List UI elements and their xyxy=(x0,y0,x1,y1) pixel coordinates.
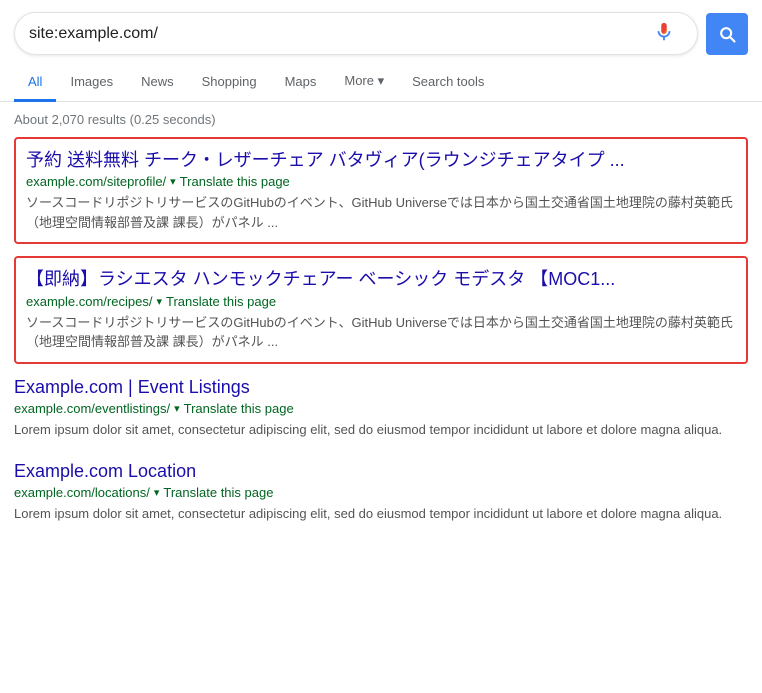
result-snippet-3: Lorem ipsum dolor sit amet, consectetur … xyxy=(14,420,748,440)
search-button[interactable] xyxy=(706,13,748,55)
tab-search-tools[interactable]: Search tools xyxy=(398,64,498,102)
mic-icon-container[interactable] xyxy=(653,21,675,46)
result-url-arrow-4[interactable]: ▾ xyxy=(154,486,160,499)
result-snippet-4: Lorem ipsum dolor sit amet, consectetur … xyxy=(14,504,748,524)
result-item-2: 【即納】ラシエスタ ハンモックチェアー ベーシック モデスタ 【MOC1... … xyxy=(14,256,748,363)
result-url-1: example.com/siteprofile/ xyxy=(26,174,166,189)
result-url-4: example.com/locations/ xyxy=(14,485,150,500)
result-snippet-2: ソースコードリポジトリサービスのGitHubのイベント、GitHub Unive… xyxy=(26,313,736,352)
result-title-4[interactable]: Example.com Location xyxy=(14,460,748,483)
result-url-row-1: example.com/siteprofile/ ▾ Translate thi… xyxy=(26,174,736,189)
search-bar xyxy=(14,12,698,55)
results-container: 予約 送料無料 チーク・レザーチェア バタヴィア(ラウンジチェアタイプ ... … xyxy=(0,137,762,524)
results-info: About 2,070 results (0.25 seconds) xyxy=(0,102,762,137)
result-url-row-2: example.com/recipes/ ▾ Translate this pa… xyxy=(26,294,736,309)
result-translate-4[interactable]: Translate this page xyxy=(163,485,273,500)
tab-images[interactable]: Images xyxy=(56,64,127,102)
result-url-arrow-1[interactable]: ▾ xyxy=(170,175,176,188)
result-translate-2[interactable]: Translate this page xyxy=(166,294,276,309)
search-icon xyxy=(717,24,737,44)
search-bar-container xyxy=(0,0,762,55)
result-title-3[interactable]: Example.com | Event Listings xyxy=(14,376,748,399)
nav-tabs: All Images News Shopping Maps More ▾ Sea… xyxy=(0,63,762,102)
result-url-arrow-2[interactable]: ▾ xyxy=(156,295,162,308)
result-item-3: Example.com | Event Listings example.com… xyxy=(14,376,748,440)
result-translate-1[interactable]: Translate this page xyxy=(180,174,290,189)
result-item-4: Example.com Location example.com/locatio… xyxy=(14,460,748,524)
result-url-row-3: example.com/eventlistings/ ▾ Translate t… xyxy=(14,401,748,416)
result-url-2: example.com/recipes/ xyxy=(26,294,152,309)
result-snippet-1: ソースコードリポジトリサービスのGitHubのイベント、GitHub Unive… xyxy=(26,193,736,232)
result-url-3: example.com/eventlistings/ xyxy=(14,401,170,416)
tab-news[interactable]: News xyxy=(127,64,188,102)
tab-shopping[interactable]: Shopping xyxy=(188,64,271,102)
result-translate-3[interactable]: Translate this page xyxy=(184,401,294,416)
mic-icon xyxy=(653,21,675,43)
result-title-2[interactable]: 【即納】ラシエスタ ハンモックチェアー ベーシック モデスタ 【MOC1... xyxy=(26,268,736,291)
result-url-arrow-3[interactable]: ▾ xyxy=(174,402,180,415)
search-input[interactable] xyxy=(29,25,653,43)
tab-maps[interactable]: Maps xyxy=(271,64,331,102)
result-url-row-4: example.com/locations/ ▾ Translate this … xyxy=(14,485,748,500)
result-title-1[interactable]: 予約 送料無料 チーク・レザーチェア バタヴィア(ラウンジチェアタイプ ... xyxy=(26,149,736,172)
tab-more[interactable]: More ▾ xyxy=(330,63,398,102)
tab-all[interactable]: All xyxy=(14,64,56,102)
result-item-1: 予約 送料無料 チーク・レザーチェア バタヴィア(ラウンジチェアタイプ ... … xyxy=(14,137,748,244)
